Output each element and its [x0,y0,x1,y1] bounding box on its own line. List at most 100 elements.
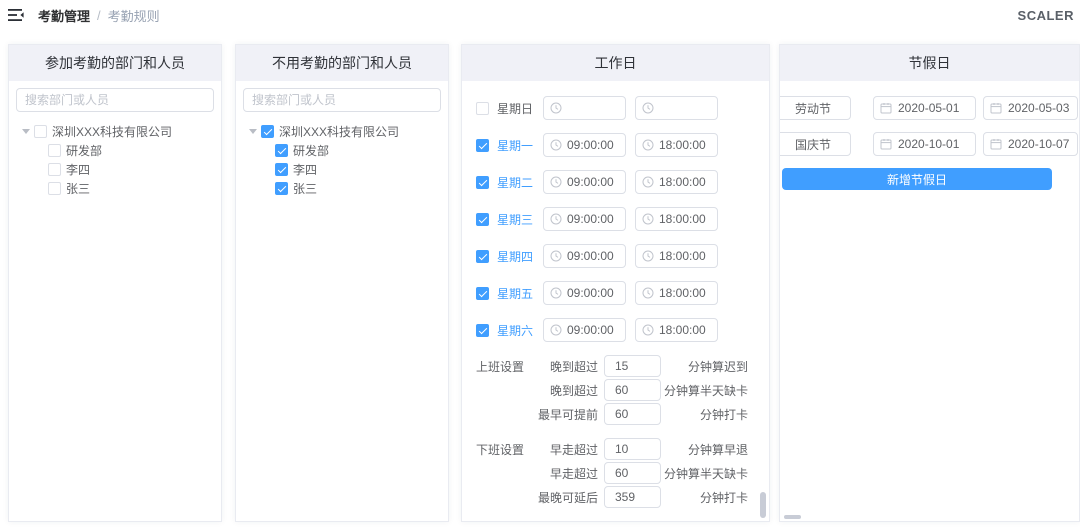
tree-node-label[interactable]: 张三 [293,180,317,197]
tree-node[interactable]: 研发部 [275,141,441,160]
breadcrumb-item-parent[interactable]: 考勤管理 [38,6,90,25]
minutes-input[interactable] [604,486,661,508]
vertical-scrollbar-thumb[interactable] [760,492,766,518]
horizontal-scrollbar-thumb[interactable] [784,515,801,519]
tree-node[interactable]: 研发部 [48,141,214,160]
tree-node[interactable]: 深圳XXX科技有限公司 [22,122,214,141]
tree-checkbox[interactable] [48,163,61,176]
end-time-input[interactable] [635,96,718,120]
exempt-search-input[interactable] [243,88,441,112]
weekday-checkbox[interactable] [476,176,489,189]
holiday-start-date-input[interactable]: 2020-05-01 [873,96,976,120]
start-time-input[interactable]: 09:00:00 [543,281,626,305]
weekday-checkbox[interactable] [476,102,489,115]
tree-node[interactable]: 张三 [48,179,214,198]
workday-panel-title: 工作日 [462,45,769,81]
setting-suffix: 分钟算迟到 [661,358,748,375]
minutes-input[interactable] [604,355,661,377]
tree-node-label[interactable]: 张三 [66,180,90,197]
holiday-start-date-input[interactable]: 2020-10-01 [873,132,976,156]
calendar-icon [990,138,1002,150]
start-time-input[interactable]: 09:00:00 [543,244,626,268]
start-time-input[interactable]: 09:00:00 [543,318,626,342]
tree-node-label[interactable]: 李四 [66,161,90,178]
end-time-input[interactable]: 18:00:00 [635,318,718,342]
weekday-checkbox[interactable] [476,250,489,263]
start-time-input[interactable]: 09:00:00 [543,170,626,194]
weekday-row: 星期二 09:00:00 18:00:00 [476,170,769,194]
setting-row: 最晚可延后 分钟打卡 [476,486,769,508]
clock-icon [550,102,562,114]
end-time-value: 18:00:00 [659,138,706,152]
tree-node[interactable]: 张三 [275,179,441,198]
setting-label: 晚到超过 [538,358,598,375]
attend-search-input[interactable] [16,88,214,112]
checkin-settings: 上班设置 晚到超过 分钟算迟到 晚到超过 分钟算半天缺卡 最早可提前 分钟打卡 [462,355,769,425]
clock-icon [550,176,562,188]
tree-node[interactable]: 李四 [48,160,214,179]
tree-checkbox[interactable] [34,125,47,138]
holiday-row: 2020-10-01 2020-10-07 [780,132,1079,156]
holiday-list: 2020-05-01 2020-05-03 2020-10-01 [780,96,1079,156]
weekday-checkbox[interactable] [476,324,489,337]
holiday-name-input[interactable] [779,132,851,156]
setting-label: 晚到超过 [538,382,598,399]
start-date-value: 2020-10-01 [898,137,959,151]
clock-icon [550,213,562,225]
checkout-settings: 下班设置 早走超过 分钟算早退 早走超过 分钟算半天缺卡 最晚可延后 分钟打卡 [462,438,769,508]
holiday-end-date-input[interactable]: 2020-10-07 [983,132,1078,156]
end-time-input[interactable]: 18:00:00 [635,281,718,305]
start-time-input[interactable]: 09:00:00 [543,133,626,157]
start-time-value: 09:00:00 [567,175,614,189]
tree-node-label[interactable]: 深圳XXX科技有限公司 [279,123,399,140]
tree-checkbox[interactable] [48,182,61,195]
tree-node[interactable]: 深圳XXX科技有限公司 [249,122,441,141]
collapse-menu-icon[interactable] [8,7,26,23]
tree-node[interactable]: 李四 [275,160,441,179]
tree-checkbox[interactable] [275,163,288,176]
calendar-icon [880,102,892,114]
add-holiday-button[interactable]: 新增节假日 [782,168,1052,190]
holiday-end-date-input[interactable]: 2020-05-03 [983,96,1078,120]
tree-checkbox[interactable] [275,144,288,157]
caret-down-icon[interactable] [249,122,261,141]
top-bar: 考勤管理 / 考勤规则 SCALER [0,0,1080,30]
end-time-input[interactable]: 18:00:00 [635,133,718,157]
tree-node-label[interactable]: 李四 [293,161,317,178]
start-time-input[interactable]: 09:00:00 [543,207,626,231]
weekday-row: 星期日 [476,96,769,120]
end-time-input[interactable]: 18:00:00 [635,207,718,231]
minutes-input[interactable] [604,438,661,460]
minutes-input[interactable] [604,403,661,425]
weekday-checkbox[interactable] [476,287,489,300]
attend-panel: 参加考勤的部门和人员 深圳XXX科技有限公司 研发部 李四 张三 [8,44,222,522]
setting-suffix: 分钟算早退 [661,441,748,458]
end-time-input[interactable]: 18:00:00 [635,170,718,194]
holiday-name-input[interactable] [779,96,851,120]
tree-node-label[interactable]: 研发部 [66,142,102,159]
end-date-value: 2020-10-07 [1008,137,1069,151]
end-time-input[interactable]: 18:00:00 [635,244,718,268]
tree-checkbox[interactable] [261,125,274,138]
clock-icon [550,139,562,151]
clock-icon [642,250,654,262]
brand-logo: SCALER [1018,8,1074,23]
calendar-icon [880,138,892,150]
tree-node-label[interactable]: 深圳XXX科技有限公司 [52,123,172,140]
weekday-checkbox[interactable] [476,213,489,226]
tree-checkbox[interactable] [275,182,288,195]
minutes-input[interactable] [604,379,661,401]
caret-down-icon[interactable] [22,122,34,141]
workday-panel: 工作日 星期日 星期一 09:00:00 [461,44,770,522]
weekday-checkbox[interactable] [476,139,489,152]
tree-node-label[interactable]: 研发部 [293,142,329,159]
minutes-input[interactable] [604,462,661,484]
tree-checkbox[interactable] [48,144,61,157]
setting-label: 早走超过 [538,441,598,458]
setting-label: 早走超过 [538,465,598,482]
setting-row: 上班设置 晚到超过 分钟算迟到 [476,355,769,377]
exempt-panel: 不用考勤的部门和人员 深圳XXX科技有限公司 研发部 李四 张三 [235,44,449,522]
breadcrumb-item-current: 考勤规则 [108,6,160,25]
start-time-input[interactable] [543,96,626,120]
attend-panel-title: 参加考勤的部门和人员 [9,45,221,81]
